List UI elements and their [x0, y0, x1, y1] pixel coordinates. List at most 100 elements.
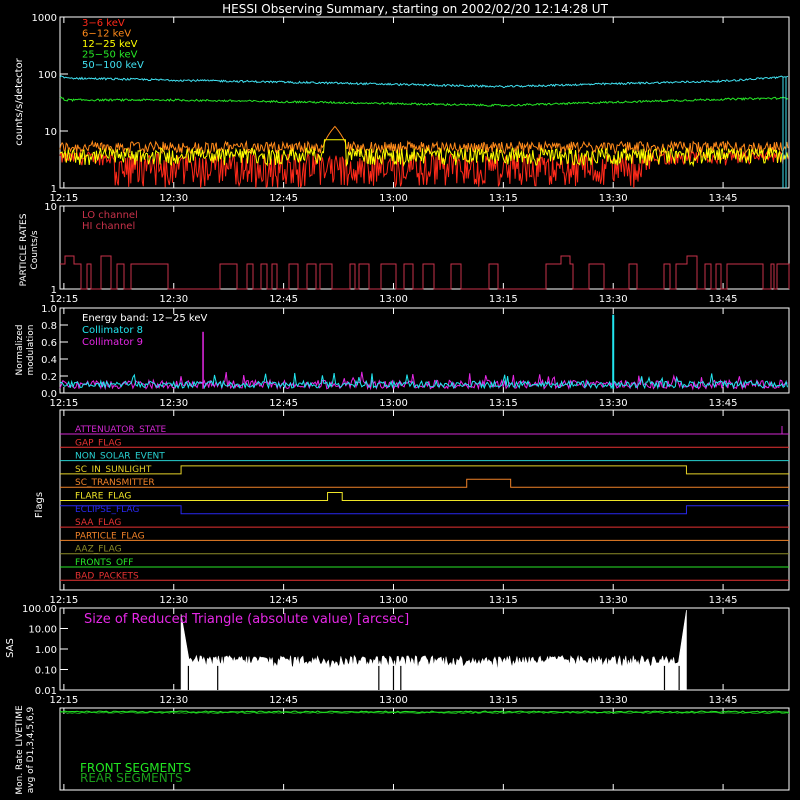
livetime-ylabel-2: avg of D1,3,4,5,6,9 [26, 706, 36, 793]
time-tick-label: 13:15 [489, 193, 518, 204]
time-tick-label: 12:45 [269, 294, 298, 305]
series-hi-channel [60, 255, 790, 290]
time-tick-label: 13:30 [599, 595, 628, 606]
legend-entry: REAR SEGMENTS [80, 771, 183, 785]
legend-entry: Collimator 8 [82, 325, 143, 336]
plot-title: HESSI Observing Summary, starting on 200… [222, 2, 608, 16]
modulation-legend: Energy band: 12−25 keVCollimator 8Collim… [82, 313, 207, 348]
particle-ylabel-units: Counts/s [30, 230, 40, 269]
flag-line [60, 478, 789, 488]
ytick-label: 10.00 [28, 625, 57, 636]
ytick-label: 1.0 [41, 304, 57, 315]
time-tick-label: 13:00 [379, 695, 408, 706]
flags-series: ATTENUATOR_STATEGAP_FLAGNON_SOLAR_EVENTS… [60, 425, 789, 581]
flag-line [60, 505, 789, 515]
sas-legend: Size of Reduced Triangle (absolute value… [84, 612, 409, 627]
legend-entry: 25−50 keV [82, 50, 138, 61]
panel-frame [59, 16, 790, 189]
time-tick-label: 12:45 [269, 595, 298, 606]
time-tick-label: 12:30 [159, 193, 188, 204]
time-tick-label: 13:15 [489, 398, 518, 409]
time-tick-label: 13:30 [599, 193, 628, 204]
legend-entry: LO channel [82, 210, 138, 221]
time-tick-label: 12:30 [159, 398, 188, 409]
sas-legend: Size of Reduced Triangle (absolute value… [84, 612, 409, 627]
modulation-ylabel-2: modulation [26, 325, 36, 376]
legend-entry: 6−12 keV [82, 29, 131, 40]
time-tick-label: 13:00 [379, 294, 408, 305]
time-tick-label: 13:15 [489, 695, 518, 706]
particle-series [60, 255, 790, 290]
livetime-panel: Mon. Rate LIVETIME avg of D1,3,4,5,6,9 F… [15, 705, 790, 795]
ytick-label: 0.4 [41, 355, 57, 366]
ytick-label: 100 [38, 70, 57, 81]
series-6-12-kev [59, 125, 789, 156]
sas-ylabel: SAS [5, 638, 16, 658]
time-tick-label: 13:45 [709, 398, 738, 409]
count-rates-panel: counts/s/detector 1000 100 10 1 3−6 keV6−12… [14, 13, 789, 195]
time-tick-label: 12:30 [159, 595, 188, 606]
ytick-label: 100.00 [22, 604, 57, 615]
livetime-ylabel-1: Mon. Rate LIVETIME [15, 705, 25, 795]
series-50-100-kev [59, 75, 789, 89]
time-tick-label: 13:00 [379, 595, 408, 606]
time-tick-label: 12:30 [159, 695, 188, 706]
ytick-label: 0.6 [41, 338, 57, 349]
modulation-panel: Normalized modulation 0.0 0.2 0.4 0.6 0.8 1.0… [15, 304, 788, 400]
time-tick-label: 13:15 [489, 294, 518, 305]
particle-ylabel: PARTICLE RATES [19, 213, 29, 286]
ytick-label: 1 [51, 285, 57, 296]
time-tick-label: 13:45 [709, 595, 738, 606]
time-tick-label: 12:45 [269, 398, 298, 409]
livetime-series [59, 710, 790, 715]
legend-entry: 12−25 keV [82, 39, 138, 50]
ytick-label: 0.01 [35, 686, 57, 697]
time-tick-label: 13:00 [379, 193, 408, 204]
series-25-50-kev [59, 96, 789, 107]
time-tick-label: 13:45 [709, 193, 738, 204]
livetime-legend: FRONT SEGMENTSREAR SEGMENTS [80, 761, 191, 785]
legend-entry: 3−6 keV [82, 18, 125, 29]
ytick-label: 10 [44, 202, 57, 213]
count-rates-legend: 3−6 keV6−12 keV12−25 keV25−50 keV50−100 … [82, 18, 144, 71]
flags-ylabel: Flags [34, 492, 45, 518]
ytick-label: 0.8 [41, 321, 57, 332]
time-tick-label: 12:30 [159, 294, 188, 305]
time-tick-label: 13:30 [599, 294, 628, 305]
time-tick-label: 12:45 [269, 193, 298, 204]
time-tick-label: 13:00 [379, 398, 408, 409]
ytick-label: 10 [44, 127, 57, 138]
time-tick-label: 13:15 [489, 595, 518, 606]
time-tick-label: 12:45 [269, 695, 298, 706]
particle-yticks: 10 1 [44, 202, 68, 296]
flags-panel: Flags ATTENUATOR_STATEGAP_FLAGNON_SOLAR_… [34, 425, 789, 581]
ytick-label: 1 [51, 184, 57, 195]
summary-plot: HESSI Observing Summary, starting on 200… [5, 2, 790, 795]
flag-line [60, 465, 789, 475]
sas-panel: SAS 100.00 10.00 1.00 0.10 0.01 Size of Redu… [5, 604, 687, 697]
modulation-series [59, 314, 788, 391]
sas-yticks: 100.00 10.00 1.00 0.10 0.01 [22, 604, 68, 697]
count-rates-yticks: 1000 100 10 1 [32, 13, 68, 195]
legend-entry: 50−100 keV [82, 60, 144, 71]
modulation-ylabel-1: Normalized [15, 324, 25, 375]
particle-panel: PARTICLE RATES Counts/s 10 1 LO channelHI… [19, 202, 790, 296]
ytick-label: 1000 [32, 13, 57, 24]
energy-band-label: Energy band: 12−25 keV [82, 313, 207, 324]
ytick-label: 0.0 [41, 389, 57, 400]
ytick-label: 0.10 [35, 666, 57, 677]
time-tick-label: 13:30 [599, 695, 628, 706]
time-tick-label: 13:30 [599, 398, 628, 409]
series-front-segments [59, 710, 790, 714]
legend-entry: Collimator 9 [82, 337, 143, 348]
ytick-label: 1.00 [35, 645, 57, 656]
legend-entry: HI channel [82, 221, 135, 232]
flag-line [60, 492, 789, 501]
time-tick-label: 13:45 [709, 695, 738, 706]
particle-legend: LO channelHI channel [82, 210, 138, 232]
count-rates-ylabel: counts/s/detector [14, 57, 25, 145]
panel-frame [59, 205, 790, 290]
count-rates-series [59, 75, 789, 188]
time-tick-label: 13:45 [709, 294, 738, 305]
ytick-label: 0.2 [41, 372, 57, 383]
